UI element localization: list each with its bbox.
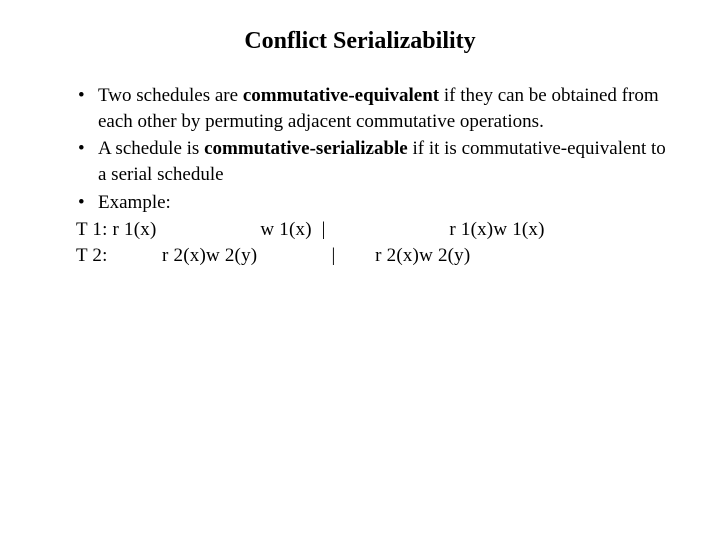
b1-pre: Two schedules are xyxy=(98,85,243,106)
slide-title: Conflict Serializability xyxy=(48,28,672,55)
example-line-2: T 2: r 2(x)w 2(y) | r 2(x)w 2(y) xyxy=(76,243,672,269)
bullet-text-3: Example: xyxy=(98,190,672,216)
bullet-marker: • xyxy=(76,83,98,134)
bullet-item-1: • Two schedules are commutative-equivale… xyxy=(76,83,672,134)
bullet-marker: • xyxy=(76,190,98,216)
bullet-text-2: A schedule is commutative-serializable i… xyxy=(98,136,672,187)
bullet-item-3: • Example: xyxy=(76,190,672,216)
bullet-text-1: Two schedules are commutative-equivalent… xyxy=(98,83,672,134)
example-line-1: T 1: r 1(x) w 1(x) | r 1(x)w 1(x) xyxy=(76,217,672,243)
b2-pre: A schedule is xyxy=(98,138,204,159)
b1-bold: commutative-equivalent xyxy=(243,85,439,106)
bullet-marker: • xyxy=(76,136,98,187)
b2-bold: commutative-serializable xyxy=(204,138,408,159)
bullet-item-2: • A schedule is commutative-serializable… xyxy=(76,136,672,187)
slide-body: • Two schedules are commutative-equivale… xyxy=(48,83,672,268)
